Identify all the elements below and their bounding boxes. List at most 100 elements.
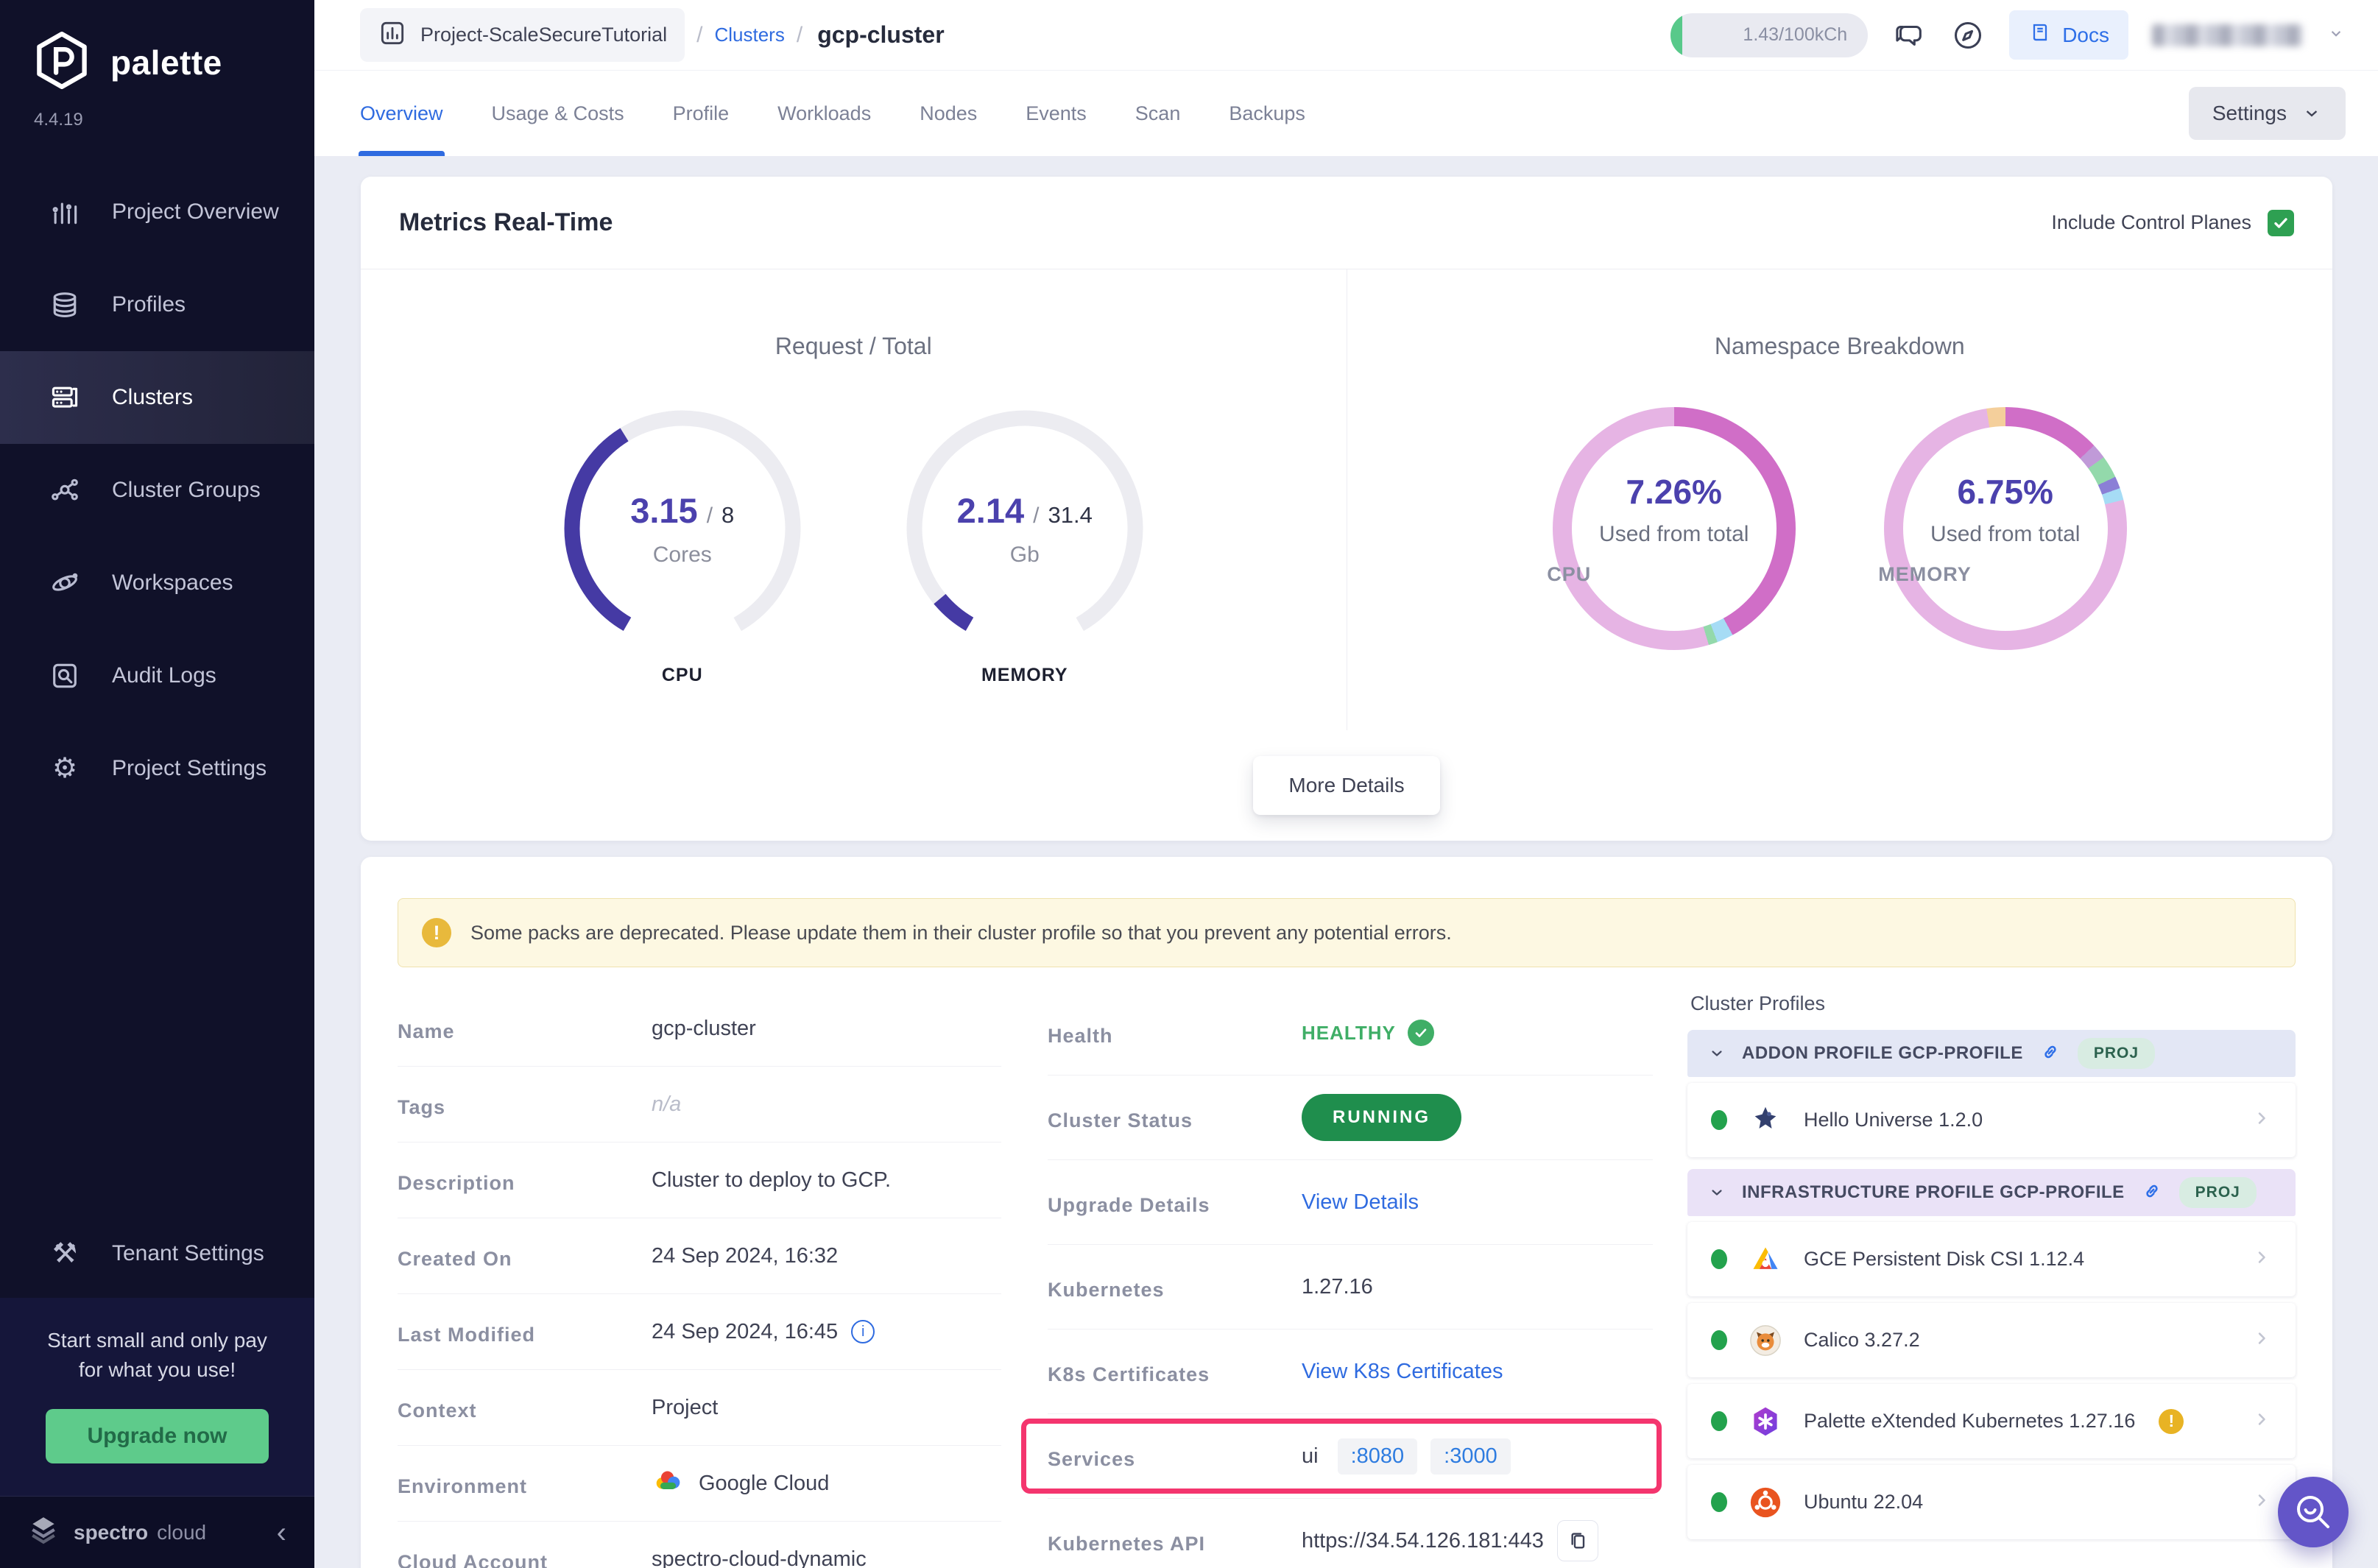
namespace-cpu-caption: Used from total [1599, 522, 1749, 547]
memory-unit: Gb [1010, 543, 1040, 568]
settings-label: Settings [2212, 102, 2287, 125]
detail-row-kubernetes-api: Kubernetes API https://34.54.126.181:443 [1048, 1499, 1653, 1568]
upgrade-now-button[interactable]: Upgrade now [46, 1409, 268, 1463]
memory-gauge-value: 2.14 / 31.4 Gb [903, 407, 1146, 650]
sidebar-item-tenant-settings[interactable]: ⚒ Tenant Settings [0, 1209, 314, 1298]
pxk-logo [1748, 1404, 1783, 1439]
sidebar-item-audit-logs[interactable]: Audit Logs [0, 629, 314, 722]
chevron-down-icon [2301, 103, 2322, 124]
more-details-button[interactable]: More Details [1253, 756, 1439, 815]
usage-meter-value: 1.43/100kCh [1743, 24, 1847, 46]
project-icon [378, 18, 407, 52]
pack-status-dot [1711, 1492, 1727, 1512]
tab-backups[interactable]: Backups [1229, 71, 1305, 156]
gear-icon: ⚙ [46, 755, 84, 783]
detail-value: Project [652, 1396, 718, 1420]
profile-pack-row-ubuntu[interactable]: Ubuntu 22.04 [1687, 1465, 2296, 1539]
chevron-down-icon [1708, 1184, 1726, 1201]
tab-workloads[interactable]: Workloads [777, 71, 871, 156]
detail-label: Created On [398, 1248, 652, 1271]
user-account-name-redacted[interactable] [2152, 24, 2303, 46]
metrics-body: Request / Total [361, 269, 2332, 730]
deprecated-packs-warning: ! Some packs are deprecated. Please upda… [398, 898, 2296, 967]
link-icon[interactable] [2141, 1180, 2163, 1206]
pack-status-dot [1711, 1110, 1727, 1130]
cpu-total-value: 8 [721, 502, 734, 529]
link-icon[interactable] [2039, 1041, 2061, 1067]
tab-nodes[interactable]: Nodes [920, 71, 977, 156]
health-value: HEALTHY [1302, 1022, 1396, 1045]
bar-chart-icon [46, 196, 84, 228]
feedback-chat-icon[interactable] [1891, 18, 1927, 53]
view-details-link[interactable]: View Details [1302, 1190, 1419, 1215]
kubernetes-api-url: https://34.54.126.181:443 [1302, 1529, 1544, 1553]
profile-pack-row-hello-universe[interactable]: Hello Universe 1.2.0 [1687, 1083, 2296, 1157]
profile-pack-row-calico[interactable]: Calico 3.27.2 [1687, 1303, 2296, 1377]
service-port-8080-link[interactable]: :8080 [1338, 1438, 1418, 1475]
tab-events[interactable]: Events [1026, 71, 1087, 156]
detail-row-name: Name gcp-cluster [398, 991, 1001, 1067]
cpu-gauge-label: CPU [662, 665, 703, 686]
detail-row-description: Description Cluster to deploy to GCP. [398, 1143, 1001, 1218]
gauges-row: 3.15 / 8 Cores CPU [361, 407, 1347, 686]
copy-icon[interactable] [1557, 1520, 1598, 1561]
service-name: ui [1302, 1444, 1319, 1469]
sidebar-footer: spectro cloud ‹ [0, 1496, 314, 1568]
metrics-title: Metrics Real-Time [399, 208, 613, 237]
usage-meter[interactable]: 1.43/100kCh [1670, 13, 1868, 57]
sidebar-item-label: Project Settings [112, 756, 267, 781]
sidebar-item-label: Cluster Groups [112, 478, 261, 503]
compass-help-icon[interactable] [1950, 18, 1986, 53]
infrastructure-profile-section: INFRASTRUCTURE PROFILE GCP-PROFILE PROJ [1687, 1169, 2296, 1539]
sidebar-item-project-overview[interactable]: Project Overview [0, 166, 314, 258]
running-status-badge: RUNNING [1302, 1094, 1461, 1141]
tab-scan[interactable]: Scan [1135, 71, 1181, 156]
infrastructure-profile-header[interactable]: INFRASTRUCTURE PROFILE GCP-PROFILE PROJ [1687, 1169, 2296, 1216]
pack-status-dot [1711, 1249, 1727, 1269]
include-control-planes-checkbox[interactable] [2268, 210, 2294, 236]
metrics-footer: More Details [361, 730, 2332, 841]
sidebar-spacer [0, 815, 314, 1209]
project-selector[interactable]: Project-ScaleSecureTutorial [360, 8, 685, 62]
sidebar-item-clusters[interactable]: Clusters [0, 351, 314, 444]
sidebar: palette 4.4.19 Project Overview Profiles… [0, 0, 314, 1568]
settings-button[interactable]: Settings [2189, 87, 2346, 140]
server-icon [46, 381, 84, 414]
sidebar-item-label: Project Overview [112, 199, 279, 225]
tab-usage-costs[interactable]: Usage & Costs [492, 71, 624, 156]
layers-icon [46, 289, 84, 321]
detail-value: 24 Sep 2024, 16:45 [652, 1320, 838, 1344]
profile-pack-row-gce-csi[interactable]: GCE Persistent Disk CSI 1.12.4 [1687, 1222, 2296, 1296]
namespace-cpu-percent: 7.26% [1626, 472, 1722, 512]
detail-value: spectro-cloud-dynamic [652, 1547, 867, 1568]
sidebar-item-workspaces[interactable]: Workspaces [0, 537, 314, 629]
breadcrumb-clusters-link[interactable]: Clusters [714, 24, 784, 46]
detail-label: Cloud Account [398, 1551, 652, 1568]
detail-label: Last Modified [398, 1324, 652, 1346]
service-port-3000-link[interactable]: :3000 [1430, 1438, 1511, 1475]
profile-pack-row-palette-extended-kubernetes[interactable]: Palette eXtended Kubernetes 1.27.16 ! [1687, 1384, 2296, 1458]
account-chevron-down-icon[interactable] [2326, 24, 2346, 46]
sidebar-item-cluster-groups[interactable]: Cluster Groups [0, 444, 314, 537]
detail-label: Environment [398, 1475, 652, 1498]
collapse-sidebar-icon[interactable]: ‹ [277, 1518, 286, 1547]
support-search-fab[interactable] [2278, 1477, 2349, 1547]
info-icon[interactable]: i [851, 1320, 875, 1343]
sidebar-item-label: Clusters [112, 385, 193, 410]
sidebar-item-label: Workspaces [112, 571, 233, 596]
proj-scope-badge: PROJ [2078, 1038, 2155, 1069]
view-k8s-certificates-link[interactable]: View K8s Certificates [1302, 1360, 1503, 1384]
addon-profile-header[interactable]: ADDON PROFILE GCP-PROFILE PROJ [1687, 1030, 2296, 1077]
docs-button[interactable]: Docs [2009, 10, 2128, 60]
tab-overview[interactable]: Overview [360, 71, 443, 156]
chevron-right-icon [2251, 1247, 2272, 1271]
upsell-text-line2: for what you use! [21, 1355, 294, 1385]
tab-profile[interactable]: Profile [673, 71, 730, 156]
detail-label: Description [398, 1172, 652, 1195]
memory-gauge-label: MEMORY [981, 665, 1068, 686]
cluster-details-card: ! Some packs are deprecated. Please upda… [361, 857, 2332, 1568]
sidebar-item-project-settings[interactable]: ⚙ Project Settings [0, 722, 314, 815]
magnifier-smile-icon [2293, 1491, 2334, 1533]
detail-label: Health [1048, 1025, 1302, 1048]
sidebar-item-profiles[interactable]: Profiles [0, 258, 314, 351]
